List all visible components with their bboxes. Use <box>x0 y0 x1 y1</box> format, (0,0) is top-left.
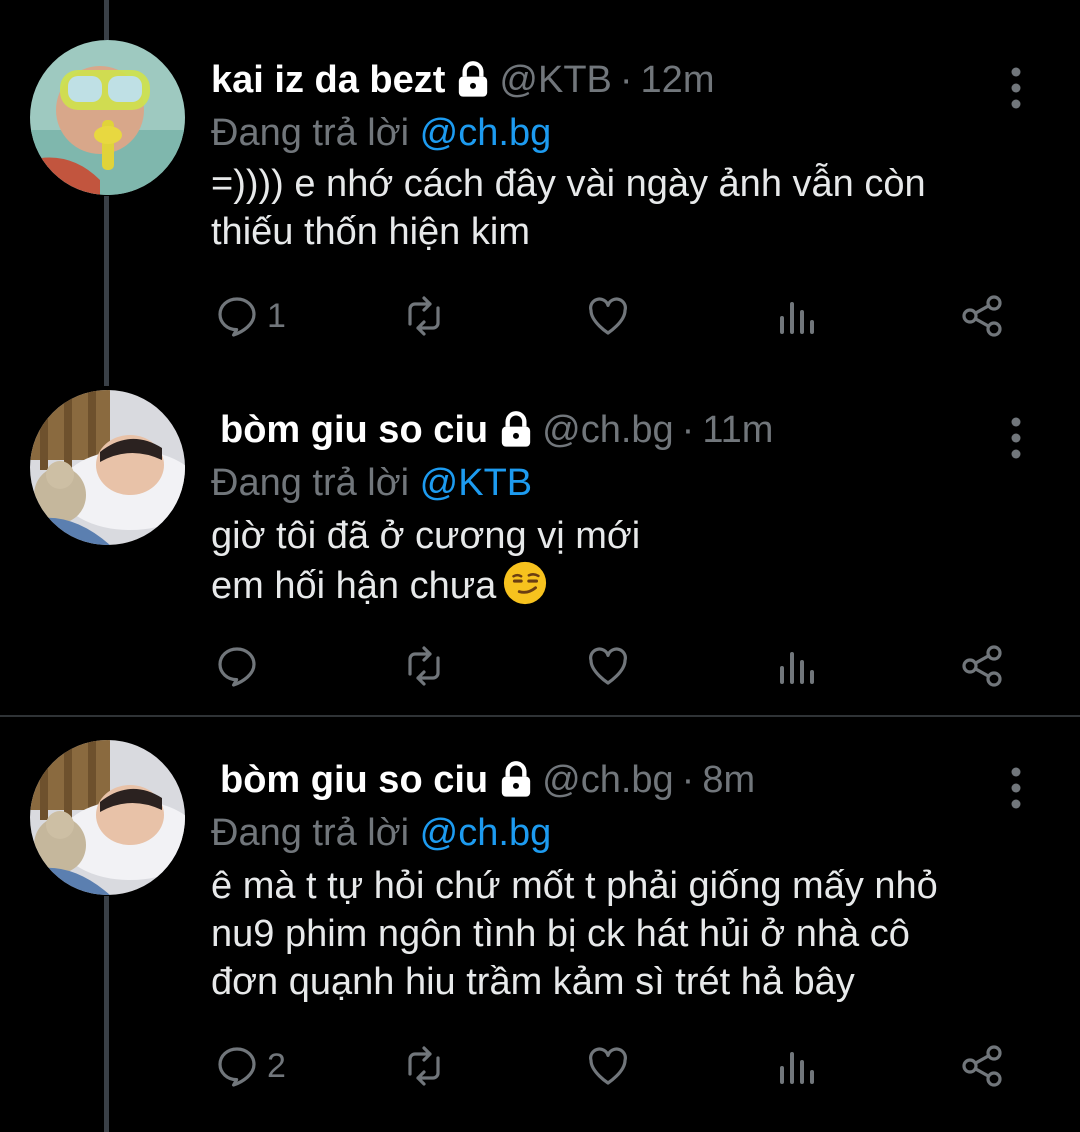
avatar[interactable] <box>30 390 185 545</box>
like-button[interactable] <box>584 1036 632 1096</box>
tweet-text-line: em hối hận chưa <box>211 565 497 607</box>
display-name[interactable]: bòm giu so ciu <box>220 409 488 452</box>
share-icon <box>962 1045 1002 1087</box>
more-options-icon[interactable] <box>1004 66 1028 110</box>
reply-icon <box>218 647 256 687</box>
tweet-actions <box>0 636 1080 696</box>
reply-button[interactable] <box>213 636 267 696</box>
tweet-2[interactable]: bòm giu so ciu @ch.bg · 11m Đang trả lời… <box>0 390 1080 710</box>
replying-to-label: Đang trả lời <box>211 112 410 154</box>
tweet-actions: 2 <box>0 1036 1080 1096</box>
replying-to-label: Đang trả lời <box>211 812 410 854</box>
reply-icon <box>218 297 256 337</box>
tweet-3[interactable]: bòm giu so ciu @ch.bg · 8m Đang trả lời … <box>0 740 1080 1132</box>
lock-icon <box>496 760 536 800</box>
like-icon <box>589 297 627 335</box>
reply-count: 2 <box>267 1046 286 1085</box>
tweet-1[interactable]: kai iz da bezt @KTB · 12m Đang trả lời @… <box>0 40 1080 360</box>
tweet-header: kai iz da bezt @KTB · 12m <box>211 52 714 108</box>
retweet-icon <box>408 1046 440 1086</box>
tweet-header: bòm giu so ciu @ch.bg · 11m <box>220 402 773 458</box>
separator-dot: · <box>619 58 633 101</box>
tweet-text-line-with-emoji: em hối hận chưa <box>211 560 640 610</box>
retweet-button[interactable] <box>400 636 448 696</box>
tweet-header: bòm giu so ciu @ch.bg · 8m <box>220 752 755 808</box>
retweet-icon <box>408 646 440 686</box>
separator-dot: · <box>681 758 695 801</box>
views-button[interactable] <box>772 286 820 346</box>
tweet-text: =)))) e nhớ cách đây vài ngày ảnh vẫn cò… <box>211 160 926 256</box>
smirking-face-emoji-icon <box>502 560 548 606</box>
replying-to: Đang trả lời @KTB <box>211 462 532 505</box>
snorkel-avatar-image <box>30 40 185 195</box>
replying-to: Đang trả lời @ch.bg <box>211 112 551 155</box>
sleeping-child-avatar-image <box>30 740 185 895</box>
reply-button[interactable]: 1 <box>213 286 286 346</box>
display-name[interactable]: bòm giu so ciu <box>220 759 488 802</box>
timestamp[interactable]: 11m <box>702 409 773 452</box>
reply-count: 1 <box>267 296 286 335</box>
display-name[interactable]: kai iz da bezt <box>211 59 445 102</box>
user-handle[interactable]: @ch.bg <box>542 759 674 802</box>
like-button[interactable] <box>584 286 632 346</box>
more-options-icon[interactable] <box>1004 766 1028 810</box>
views-icon <box>780 302 814 334</box>
lock-icon <box>453 60 493 100</box>
like-icon <box>589 1047 627 1085</box>
share-icon <box>962 295 1002 337</box>
share-button[interactable] <box>958 636 1006 696</box>
tweet-text-line: thiếu thốn hiện kim <box>211 211 530 253</box>
separator-dot: · <box>681 408 695 451</box>
reply-icon <box>218 1047 256 1087</box>
retweet-button[interactable] <box>400 286 448 346</box>
lock-icon <box>496 410 536 450</box>
tweet-text-line: ê mà t tự hỏi chứ mốt t phải giống mấy n… <box>211 865 938 907</box>
tweet-text-line: giờ tôi đã ở cương vị mới <box>211 515 641 557</box>
retweet-icon <box>408 296 440 336</box>
timestamp[interactable]: 12m <box>641 59 715 102</box>
avatar[interactable] <box>30 740 185 895</box>
like-icon <box>589 647 627 685</box>
tweet-text-line: =)))) e nhớ cách đây vài ngày ảnh vẫn cò… <box>211 163 926 205</box>
replying-to: Đang trả lời @ch.bg <box>211 812 551 855</box>
retweet-button[interactable] <box>400 1036 448 1096</box>
tweet-text: ê mà t tự hỏi chứ mốt t phải giống mấy n… <box>211 862 938 1006</box>
views-button[interactable] <box>772 636 820 696</box>
replying-to-label: Đang trả lời <box>211 462 410 504</box>
tweet-separator <box>0 715 1080 717</box>
reply-button[interactable]: 2 <box>213 1036 286 1096</box>
thread-line-top <box>104 0 109 40</box>
replying-to-mention[interactable]: @ch.bg <box>420 112 552 154</box>
tweet-text: giờ tôi đã ở cương vị mới em hối hận chư… <box>211 512 640 610</box>
like-button[interactable] <box>584 636 632 696</box>
avatar[interactable] <box>30 40 185 195</box>
share-icon <box>962 645 1002 687</box>
replying-to-mention[interactable]: @ch.bg <box>420 812 552 854</box>
tweet-text-line: đơn quạnh hiu trầm kảm sì trét hả bây <box>211 961 855 1003</box>
tweet-text-line: nu9 phim ngôn tình bị ck hát hủi ở nhà c… <box>211 913 910 955</box>
more-options-icon[interactable] <box>1004 416 1028 460</box>
views-button[interactable] <box>772 1036 820 1096</box>
share-button[interactable] <box>958 1036 1006 1096</box>
views-icon <box>780 652 814 684</box>
tweet-actions: 1 <box>0 286 1080 346</box>
user-handle[interactable]: @ch.bg <box>542 409 674 452</box>
sleeping-child-avatar-image <box>30 390 185 545</box>
replying-to-mention[interactable]: @KTB <box>420 462 532 504</box>
user-handle[interactable]: @KTB <box>499 59 611 102</box>
timestamp[interactable]: 8m <box>702 759 755 802</box>
views-icon <box>780 1052 814 1084</box>
share-button[interactable] <box>958 286 1006 346</box>
